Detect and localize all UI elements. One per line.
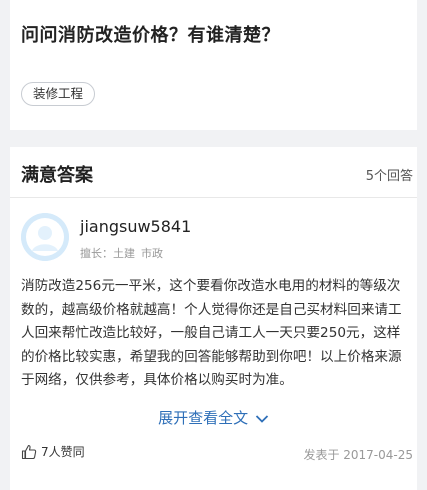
chevron-down-icon — [255, 414, 269, 423]
thumbs-up-icon — [21, 444, 37, 459]
expertise-item: 土建 — [113, 247, 135, 260]
avatar[interactable] — [21, 213, 69, 261]
answer-header: 满意答案 5个回答 — [10, 147, 417, 198]
expand-full-text-button[interactable]: 展开查看全文 — [10, 407, 417, 428]
username[interactable]: jiangsuw5841 — [80, 217, 191, 236]
answer-count[interactable]: 5个回答 — [366, 165, 413, 184]
user-expertise: 擅长：土建 市政 — [80, 245, 163, 261]
expand-label: 展开查看全文 — [158, 409, 249, 427]
post-date: 发表于 2017-04-25 — [303, 448, 413, 462]
answer-card: 满意答案 5个回答 jiangsuw5841 擅长：土建 市政 消防改造256元一… — [10, 147, 417, 490]
best-answer-title: 满意答案 — [21, 165, 93, 186]
like-count: 7人赞同 — [41, 445, 85, 459]
category-tag[interactable]: 装修工程 — [21, 82, 96, 106]
like-button[interactable]: 7人赞同 — [21, 443, 85, 460]
question-title: 问问消防改造价格？有谁清楚？ — [21, 25, 280, 46]
answer-footer: 7人赞同 发表于 2017-04-25 — [21, 443, 413, 465]
default-avatar-icon — [21, 213, 69, 261]
question-card: 问问消防改造价格？有谁清楚？ 装修工程 — [10, 0, 417, 130]
expertise-item: 市政 — [141, 247, 163, 260]
expertise-label: 擅长： — [80, 247, 113, 260]
